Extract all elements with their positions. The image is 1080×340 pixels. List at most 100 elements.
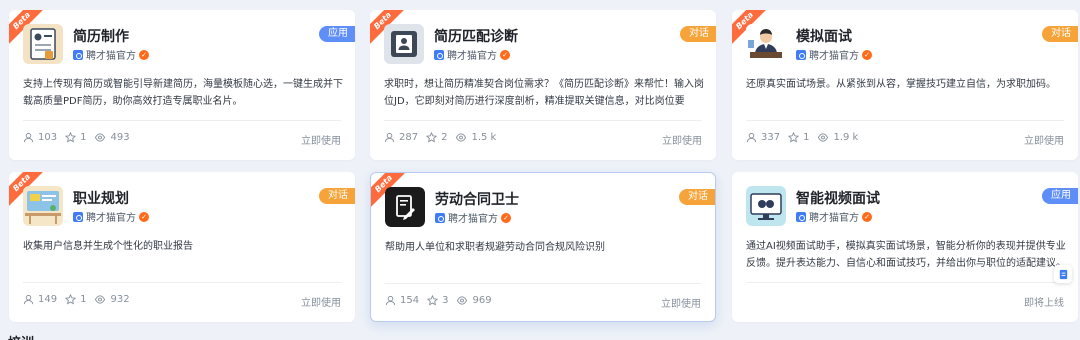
- like-count: 337: [761, 132, 781, 143]
- star-count: 2: [441, 132, 448, 143]
- floating-helper-button[interactable]: [1054, 265, 1072, 283]
- use-now-button[interactable]: 立即使用: [301, 132, 341, 147]
- use-now-button[interactable]: 立即使用: [1024, 132, 1064, 147]
- eye-icon: [457, 296, 468, 305]
- card-resume-match[interactable]: Beta 对话 简历匹配诊断 聘才猫官方 ✓ 求职时，想让简历精准契合岗位需求？…: [370, 10, 716, 160]
- verified-icon: ✓: [139, 49, 149, 60]
- star-icon[interactable]: [65, 132, 77, 143]
- view-count: 493: [110, 132, 130, 143]
- card-smart-video-interview[interactable]: 应用 智能视频面试 聘才猫官方 ✓ 通过AI视频面试助手，模拟真实面试场景，智能…: [732, 172, 1078, 322]
- view-count: 1.9 k: [833, 132, 859, 143]
- view-count: 932: [110, 294, 130, 305]
- brand-logo-icon: [73, 211, 83, 222]
- eye-icon: [818, 133, 829, 142]
- author-row: 聘才猫官方 ✓: [73, 209, 149, 224]
- card-description: 支持上传现有简历或智能引导新建简历，海量模板随心选，一键生成并下载高质量PDF简…: [23, 79, 343, 107]
- author-name: 聘才猫官方: [86, 51, 136, 62]
- view-count: 1.5 k: [471, 132, 497, 143]
- card-description: 还原真实面试场景。从紧张到从容，掌握技巧建立自信，为求职加码。: [746, 79, 1056, 90]
- user-icon: [385, 295, 396, 306]
- card-stats: 103 1 493: [23, 132, 134, 143]
- author-row: 聘才猫官方 ✓: [435, 210, 511, 225]
- eye-icon: [95, 295, 106, 304]
- eye-icon: [95, 133, 106, 142]
- type-tag: 对话: [1042, 26, 1078, 42]
- star-count: 1: [803, 132, 810, 143]
- card-title: 简历制作: [73, 29, 129, 45]
- author-row: 聘才猫官方 ✓: [434, 47, 510, 62]
- verified-icon: ✓: [501, 212, 511, 223]
- use-now-button[interactable]: 立即使用: [301, 294, 341, 309]
- career-desk-icon: [23, 186, 63, 226]
- contract-shield-icon: [385, 187, 425, 227]
- card-title: 模拟面试: [796, 29, 852, 45]
- coming-soon-label: 即将上线: [1024, 298, 1064, 309]
- type-tag: 对话: [680, 26, 716, 42]
- divider: [385, 283, 701, 284]
- section-title: 培训: [8, 332, 34, 340]
- divider: [746, 120, 1064, 121]
- author-row: 聘才猫官方 ✓: [73, 47, 149, 62]
- id-card-icon: [384, 24, 424, 64]
- brand-logo-icon: [796, 49, 806, 60]
- star-icon[interactable]: [788, 132, 800, 143]
- divider: [23, 120, 341, 121]
- card-stats: 337 1 1.9 k: [746, 132, 862, 143]
- brand-logo-icon: [73, 49, 83, 60]
- divider: [23, 282, 341, 283]
- author-name: 聘才猫官方: [86, 213, 136, 224]
- star-icon[interactable]: [426, 132, 438, 143]
- brand-logo-icon: [796, 211, 806, 222]
- card-description: 收集用户信息并生成个性化的职业报告: [23, 241, 193, 252]
- card-career-planning[interactable]: Beta 对话 职业规划 聘才猫官方 ✓ 收集用户信息并生成个性化的职业报告 1…: [9, 172, 355, 322]
- verified-icon: ✓: [139, 211, 149, 222]
- star-icon[interactable]: [427, 295, 439, 306]
- verified-icon: ✓: [862, 211, 872, 222]
- resume-document-icon: [23, 24, 63, 64]
- user-icon: [23, 294, 34, 305]
- eye-icon: [456, 133, 467, 142]
- divider: [746, 282, 1064, 283]
- like-count: 154: [400, 295, 420, 306]
- use-now-button[interactable]: 立即使用: [662, 132, 702, 147]
- divider: [384, 120, 702, 121]
- card-description: 帮助用人单位和求职者规避劳动合同合规风险识别: [385, 242, 605, 253]
- type-tag: 应用: [319, 26, 355, 42]
- author-name: 聘才猫官方: [448, 214, 498, 225]
- type-tag: 对话: [679, 189, 715, 205]
- card-labor-contract-guard[interactable]: Beta 对话 劳动合同卫士 聘才猫官方 ✓ 帮助用人单位和求职者规避劳动合同合…: [370, 172, 716, 322]
- agent-grid: Beta 应用 简历制作 聘才猫官方 ✓ 支持上传现有简历或智能引导新建简历，海…: [0, 0, 1080, 340]
- card-stats: 149 1 932: [23, 294, 134, 305]
- brand-logo-icon: [434, 49, 444, 60]
- author-row: 聘才猫官方 ✓: [796, 209, 872, 224]
- like-count: 287: [399, 132, 419, 143]
- author-row: 聘才猫官方 ✓: [796, 47, 872, 62]
- type-tag: 应用: [1042, 188, 1078, 204]
- card-description: 求职时，想让简历精准契合岗位需求？《简历匹配诊断》来帮忙！输入岗位JD，它即刻对…: [384, 79, 704, 107]
- card-description: 通过AI视频面试助手，模拟真实面试场景，智能分析你的表现并提供专业反馈。提升表达…: [746, 241, 1066, 269]
- user-icon: [384, 132, 395, 143]
- card-title: 职业规划: [73, 191, 129, 207]
- star-icon[interactable]: [65, 294, 77, 305]
- verified-icon: ✓: [862, 49, 872, 60]
- use-now-button[interactable]: 立即使用: [661, 295, 701, 310]
- star-count: 1: [80, 132, 87, 143]
- card-title: 劳动合同卫士: [435, 192, 519, 208]
- author-name: 聘才猫官方: [809, 51, 859, 62]
- user-icon: [746, 132, 757, 143]
- card-title: 智能视频面试: [796, 191, 880, 207]
- author-name: 聘才猫官方: [809, 213, 859, 224]
- like-count: 149: [38, 294, 58, 305]
- star-count: 1: [80, 294, 87, 305]
- type-tag: 对话: [319, 188, 355, 204]
- video-camera-icon: [746, 186, 786, 226]
- card-mock-interview[interactable]: Beta 对话 模拟面试 聘才猫官方 ✓ 还原真实面试场景。从紧张到从容，掌握技…: [732, 10, 1078, 160]
- star-count: 3: [442, 295, 449, 306]
- document-icon: [1059, 269, 1067, 279]
- like-count: 103: [38, 132, 58, 143]
- author-name: 聘才猫官方: [447, 51, 497, 62]
- card-resume-maker[interactable]: Beta 应用 简历制作 聘才猫官方 ✓ 支持上传现有简历或智能引导新建简历，海…: [9, 10, 355, 160]
- brand-logo-icon: [435, 212, 445, 223]
- card-stats: 154 3 969: [385, 295, 496, 306]
- card-title: 简历匹配诊断: [434, 29, 518, 45]
